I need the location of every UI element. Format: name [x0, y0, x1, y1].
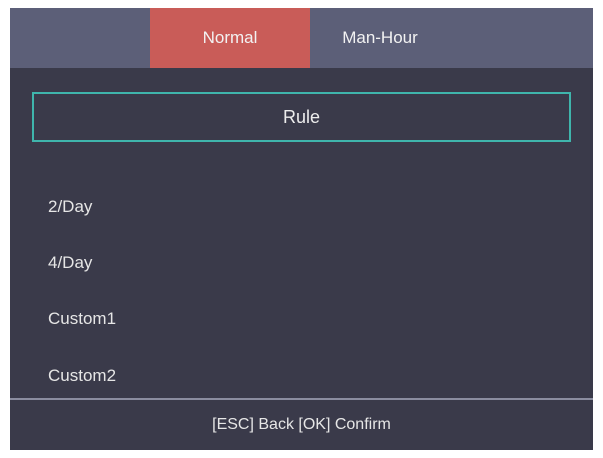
rule-field[interactable]: Rule: [32, 92, 571, 142]
device-screen: Normal Man-Hour Rule 2/Day 4/Day Custom1…: [10, 8, 593, 450]
list-item-4-per-day[interactable]: 4/Day: [48, 243, 92, 283]
tab-bar: Normal Man-Hour: [10, 8, 593, 68]
list-item-custom2[interactable]: Custom2: [48, 356, 116, 396]
tab-normal[interactable]: Normal: [150, 8, 310, 68]
rule-label: Rule: [282, 107, 321, 127]
list-item-custom1[interactable]: Custom1: [48, 299, 116, 339]
tab-man-hour[interactable]: Man-Hour: [310, 8, 450, 68]
list-item-2-per-day[interactable]: 2/Day: [48, 187, 92, 227]
footer-hint: [ESC] Back [OK] Confirm: [212, 416, 391, 433]
